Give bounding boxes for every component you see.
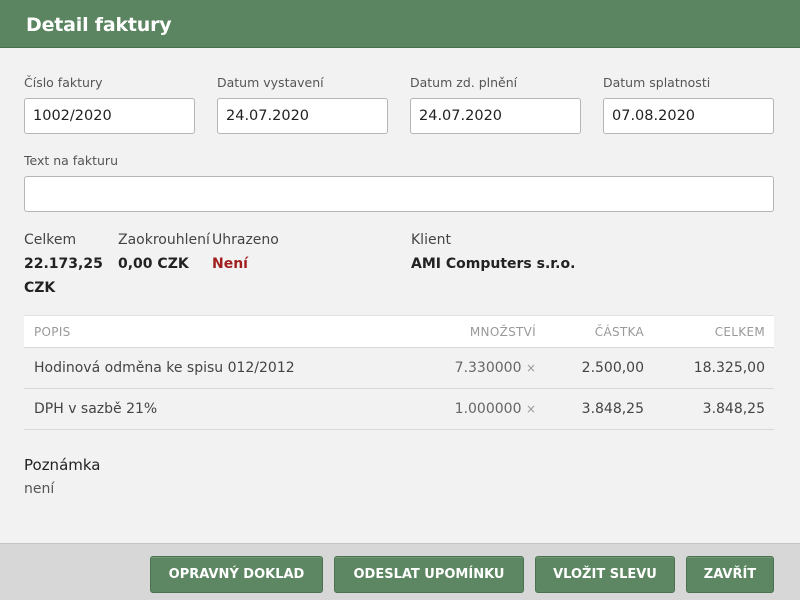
taxable-date-label: Datum zd. plnění [410,75,518,90]
rounding-label: Zaokrouhlení [118,232,210,248]
table-row[interactable]: Hodinová odměna ke spisu 012/2012 7.3300… [24,348,774,389]
table-row[interactable]: DPH v sazbě 21% 1.000000 × 3.848,25 3.84… [24,389,774,430]
dialog-footer: OPRAVNÝ DOKLAD ODESLAT UPOMÍNKU VLOŽIT S… [0,543,800,600]
rounding-value: 0,00 CZK [118,256,189,272]
invoice-number-label: Číslo faktury [24,75,103,90]
multiply-icon: × [525,361,536,375]
row-quantity: 1.000000 × [454,401,536,417]
total-label: Celkem [24,232,77,248]
corrective-document-button[interactable]: OPRAVNÝ DOKLAD [150,556,323,593]
column-header-quantity: MNOŽSTVÍ [469,325,536,339]
issue-date-input[interactable] [217,98,388,134]
column-header-description: POPIS [34,325,71,339]
row-description: DPH v sazbě 21% [34,401,158,417]
client-label: Klient [411,232,451,248]
row-description: Hodinová odměna ke spisu 012/2012 [34,360,295,376]
invoice-text-input[interactable] [24,176,774,212]
total-value-currency: CZK [24,280,56,296]
taxable-date-input[interactable] [410,98,581,134]
due-date-input[interactable] [603,98,774,134]
row-amount: 2.500,00 [581,360,644,376]
dialog-title: Detail faktury [26,14,172,36]
invoice-text-label: Text na fakturu [24,153,118,168]
add-discount-button[interactable]: VLOŽIT SLEVU [535,556,675,593]
invoice-number-input[interactable] [24,98,195,134]
due-date-label: Datum splatnosti [603,75,711,90]
multiply-icon: × [525,402,536,416]
row-total: 3.848,25 [702,401,765,417]
paid-status-value: Není [212,256,248,272]
client-value: AMI Computers s.r.o. [411,256,576,272]
row-amount: 3.848,25 [581,401,644,417]
invoice-items-table: POPIS MNOŽSTVÍ ČÁSTKA CELKEM Hodinová od… [24,315,774,430]
total-value-amount: 22.173,25 [24,256,103,272]
row-quantity: 7.330000 × [454,360,536,376]
column-header-total: CELKEM [714,325,765,339]
row-total: 18.325,00 [693,360,765,376]
note-title: Poznámka [24,456,101,474]
close-button[interactable]: ZAVŘÍT [686,556,774,593]
table-header: POPIS MNOŽSTVÍ ČÁSTKA CELKEM [24,316,774,348]
issue-date-label: Datum vystavení [217,75,324,90]
note-text: není [24,481,55,497]
paid-label: Uhrazeno [212,232,281,248]
column-header-amount: ČÁSTKA [594,325,644,339]
dialog-header: Detail faktury [0,0,800,48]
send-reminder-button[interactable]: ODESLAT UPOMÍNKU [334,556,524,593]
